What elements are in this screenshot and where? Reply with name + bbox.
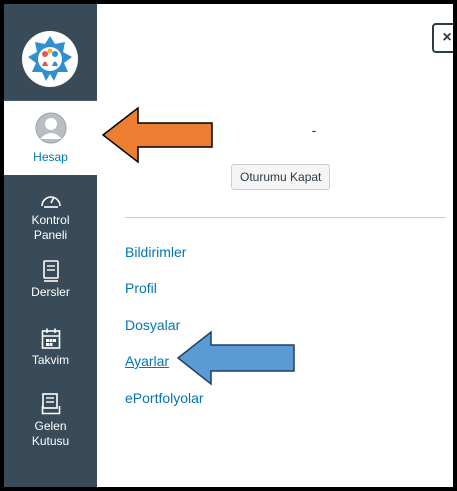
- logout-button[interactable]: Oturumu Kapat: [231, 164, 331, 190]
- dashboard-gauge-icon: [40, 196, 61, 208]
- nav-label-inbox: Gelen Kutusu: [31, 419, 70, 448]
- nav-item-dashboard[interactable]: Kontrol Paneli: [4, 191, 97, 243]
- tray-divider: [125, 217, 446, 218]
- institution-logo-icon: [22, 31, 78, 87]
- logo-area[interactable]: [4, 4, 97, 101]
- nav-item-courses[interactable]: Dersler: [4, 260, 97, 300]
- blue-arrow-annotation: [177, 330, 295, 386]
- nav-label-dashboard: Kontrol Paneli: [31, 213, 70, 242]
- user-avatar-icon: [35, 112, 66, 144]
- nav-item-calendar[interactable]: Takvim: [4, 328, 97, 368]
- nav-item-account[interactable]: Hesap: [4, 101, 97, 175]
- orange-arrow-annotation: [102, 106, 213, 164]
- inbox-icon: [41, 393, 60, 415]
- nav-item-inbox[interactable]: Gelen Kutusu: [4, 393, 97, 449]
- global-navigation: Hesap Kontrol Paneli Dersler Takvim Gele…: [4, 4, 97, 487]
- close-tray-button[interactable]: ×: [432, 23, 453, 53]
- tray-link-eportfolios[interactable]: ePortfolyolar: [125, 390, 204, 406]
- tray-link-files[interactable]: Dosyalar: [125, 317, 180, 333]
- calendar-icon: [41, 328, 60, 349]
- tray-link-notifications[interactable]: Bildirimler: [125, 244, 186, 260]
- nav-label-calendar: Takvim: [31, 353, 70, 367]
- close-icon: ×: [442, 29, 452, 46]
- nav-label-courses: Dersler: [31, 285, 70, 299]
- nav-label-account: Hesap: [33, 150, 68, 164]
- screenshot-frame: Hesap Kontrol Paneli Dersler Takvim Gele…: [0, 0, 457, 491]
- tray-link-profile[interactable]: Profil: [125, 280, 157, 296]
- tray-link-settings[interactable]: Ayarlar: [125, 353, 169, 369]
- book-icon: [42, 260, 59, 282]
- user-display-name: -: [311, 122, 317, 138]
